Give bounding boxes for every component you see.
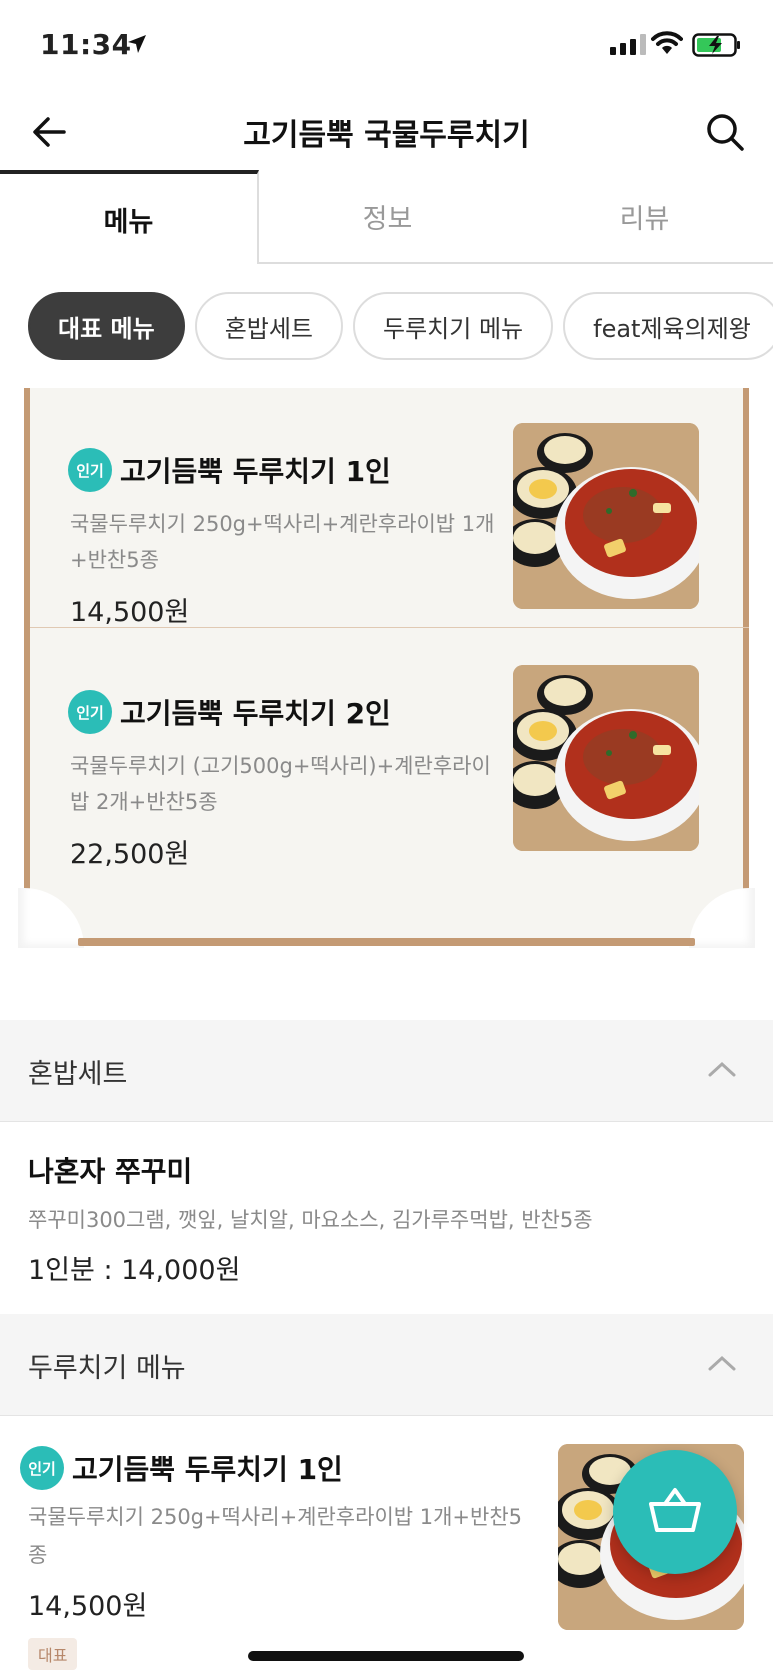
food-photo bbox=[513, 665, 699, 851]
wifi-icon bbox=[651, 30, 683, 60]
location-arrow-icon bbox=[126, 33, 148, 59]
chip-feat-jeyuk[interactable]: feat제육의제왕 bbox=[563, 292, 773, 360]
tab-bar: 메뉴 정보 리뷰 bbox=[0, 170, 773, 264]
menu-item-name: 고기듬뿍 두루치기 1인 bbox=[120, 455, 391, 488]
basket-icon bbox=[647, 1484, 703, 1540]
battery-charging-icon bbox=[692, 33, 742, 61]
home-indicator bbox=[248, 1651, 524, 1661]
food-photo bbox=[513, 423, 699, 609]
nav-bar: 고기듬뿍 국물두루치기 bbox=[0, 90, 773, 170]
cellular-signal-icon bbox=[610, 33, 646, 55]
menu-item-price: 14,500원 bbox=[28, 1591, 148, 1622]
menu-item-price: 22,500원 bbox=[70, 839, 190, 870]
popular-badge: 인기 bbox=[20, 1446, 64, 1490]
chip-duruchigi-menu[interactable]: 두루치기 메뉴 bbox=[353, 292, 554, 360]
popular-badge: 인기 bbox=[68, 690, 112, 734]
menu-item-price: 14,500원 bbox=[70, 597, 190, 628]
menu-item-name: 나혼자 쭈꾸미 bbox=[28, 1155, 193, 1188]
tab-info[interactable]: 정보 bbox=[259, 170, 516, 264]
featured-menu-card: 인기 고기듬뿍 두루치기 1인 국물두루치기 250g+떡사리+계란후라이밥 1… bbox=[18, 388, 755, 958]
section-title: 혼밥세트 bbox=[28, 1059, 128, 1090]
cart-button[interactable] bbox=[613, 1450, 737, 1574]
menu-item-name: 고기듬뿍 두루치기 1인 bbox=[72, 1453, 343, 1486]
paper-bottom-edge bbox=[78, 938, 695, 946]
section-header-solo-set[interactable]: 혼밥세트 bbox=[0, 1020, 773, 1122]
section-header-duruchigi-menu[interactable]: 두루치기 메뉴 bbox=[0, 1314, 773, 1416]
menu-item-desc: 국물두루치기 250g+떡사리+계란후라이밥 1개+반찬5종 bbox=[28, 1505, 523, 1567]
menu-item-price: 1인분 : 14,000원 bbox=[28, 1255, 241, 1286]
tab-menu[interactable]: 메뉴 bbox=[0, 170, 259, 264]
chip-solo-set[interactable]: 혼밥세트 bbox=[194, 292, 344, 360]
menu-item-desc: 국물두루치기 (고기500g+떡사리)+계란후라이밥 2개+반찬5종 bbox=[70, 754, 491, 814]
search-icon[interactable] bbox=[703, 110, 747, 154]
menu-item-name: 고기듬뿍 두루치기 2인 bbox=[120, 697, 391, 730]
menu-item-desc: 국물두루치기 250g+떡사리+계란후라이밥 1개+반찬5종 bbox=[70, 512, 495, 572]
status-time: 11:34 bbox=[40, 28, 132, 61]
tab-reviews[interactable]: 리뷰 bbox=[516, 170, 773, 264]
status-bar: 11:34 bbox=[0, 0, 773, 90]
section-title: 두루치기 메뉴 bbox=[28, 1353, 186, 1384]
signature-tag: 대표 bbox=[28, 1638, 78, 1670]
chevron-up-icon[interactable] bbox=[708, 1060, 736, 1082]
chevron-up-icon[interactable] bbox=[708, 1354, 736, 1376]
menu-item-desc: 쭈꾸미300그램, 깻잎, 날치알, 마요소스, 김가루주먹밥, 반찬5종 bbox=[28, 1208, 593, 1232]
page-title: 고기듬뿍 국물두루치기 bbox=[243, 118, 530, 153]
featured-item[interactable]: 인기 고기듬뿍 두루치기 2인 국물두루치기 (고기500g+떡사리)+계란후라… bbox=[30, 630, 749, 870]
chip-featured-menu[interactable]: 대표 메뉴 bbox=[28, 292, 185, 360]
category-chips: 대표 메뉴 혼밥세트 두루치기 메뉴 feat제육의제왕 bbox=[28, 292, 773, 360]
menu-item[interactable]: 나혼자 쭈꾸미 쭈꾸미300그램, 깻잎, 날치알, 마요소스, 김가루주먹밥,… bbox=[0, 1124, 773, 1316]
featured-item[interactable]: 인기 고기듬뿍 두루치기 1인 국물두루치기 250g+떡사리+계란후라이밥 1… bbox=[30, 388, 749, 628]
popular-badge: 인기 bbox=[68, 448, 112, 492]
